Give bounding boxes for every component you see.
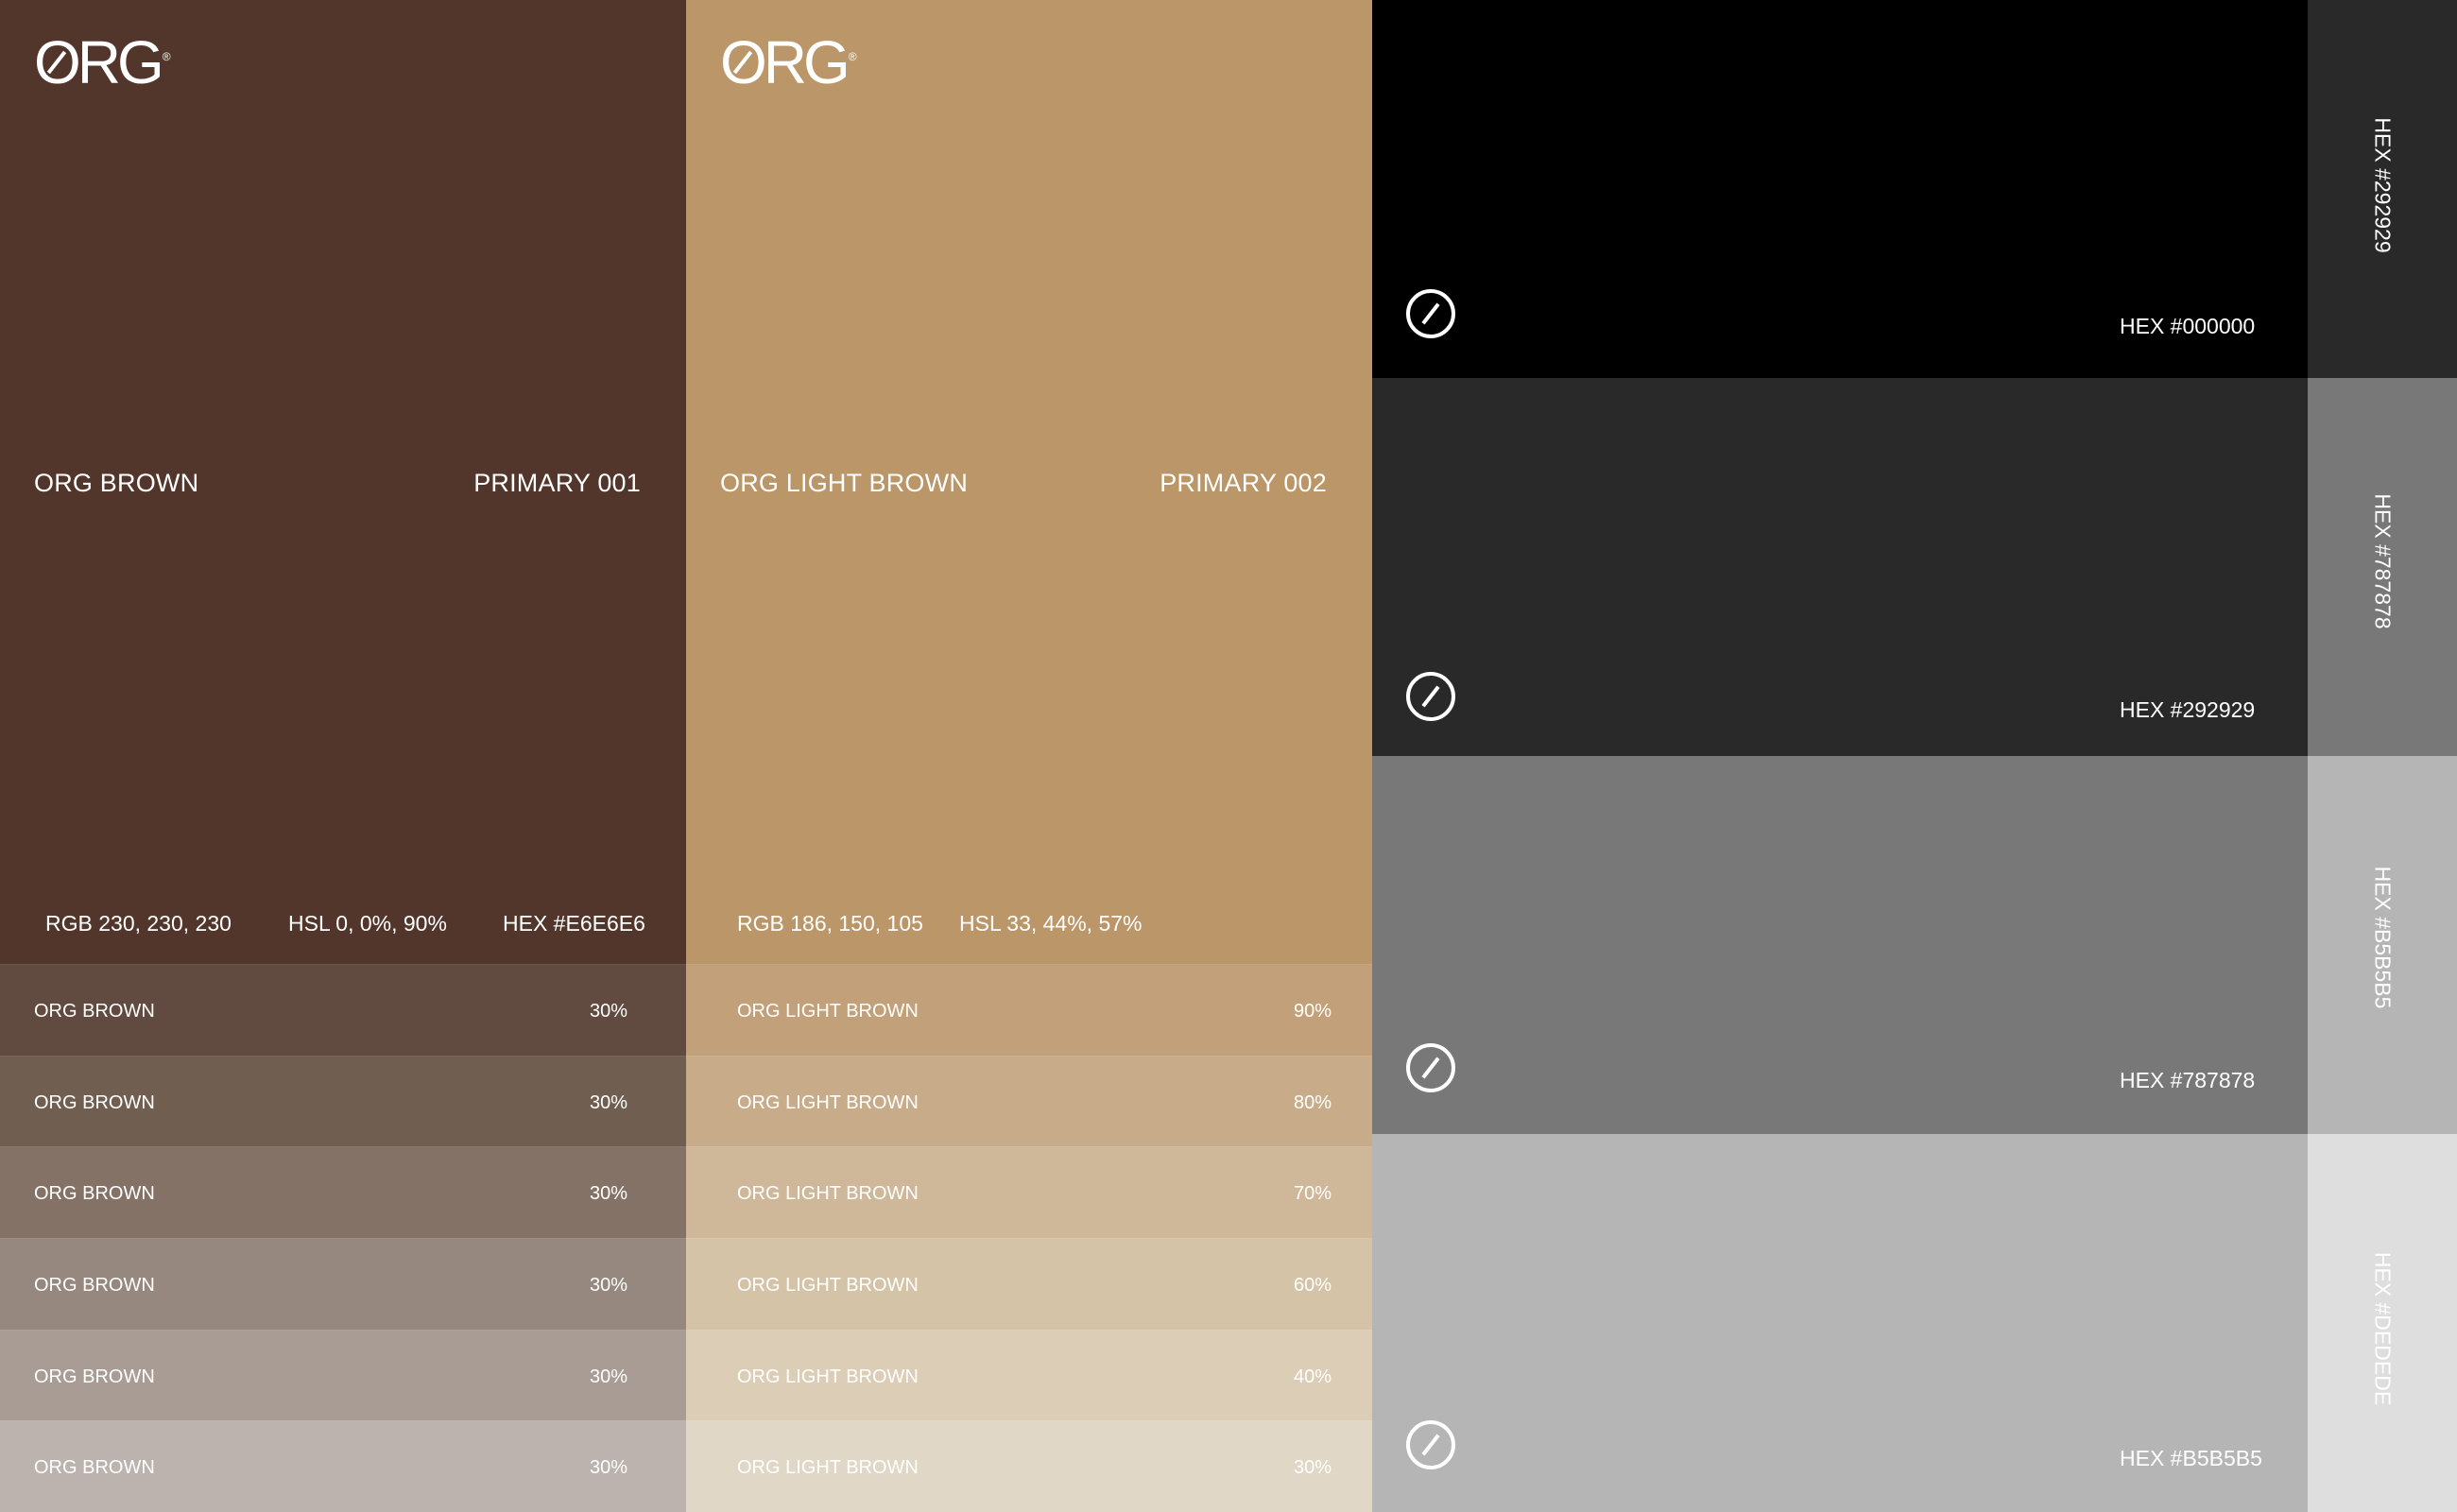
slashed-circle-icon	[1406, 1043, 1455, 1092]
tint-label: ORG BROWN	[34, 1274, 155, 1296]
rgb-value: RGB 230, 230, 230	[45, 911, 232, 936]
color-name: ORG LIGHT BROWN	[720, 469, 969, 497]
hex-value: HEX #DEDEDE	[2370, 1251, 2396, 1406]
slashed-circle-icon	[1406, 289, 1455, 338]
strip-swatch: HEX #DEDEDE	[2308, 1134, 2457, 1512]
tint-label: ORG BROWN	[34, 1091, 155, 1113]
tint-label: ORG BROWN	[34, 1183, 155, 1205]
tint-percent: 30%	[590, 1274, 628, 1296]
tint-percent: 30%	[590, 1001, 628, 1022]
tint-row: ORG BROWN 30%	[0, 1237, 686, 1330]
tint-percent: 80%	[1294, 1091, 1332, 1113]
hex-value: HEX #B5B5B5	[2370, 866, 2396, 1009]
tint-row: ORG BROWN 30%	[0, 1329, 686, 1421]
tint-label: ORG LIGHT BROWN	[737, 1091, 919, 1113]
tint-row: ORG LIGHT BROWN 70%	[686, 1146, 1372, 1238]
org-brown-tints: ORG BROWN 30% ORG BROWN 30% ORG BROWN 30% O…	[0, 964, 686, 1512]
tint-row: ORG LIGHT BROWN 90%	[686, 964, 1372, 1056]
hex-value: HEX #292929	[2120, 697, 2256, 722]
tint-percent: 30%	[590, 1366, 628, 1387]
strip-swatch: HEX #292929	[2308, 0, 2457, 378]
org-light-brown-tints: ORG LIGHT BROWN 90% ORG LIGHT BROWN 80% OR…	[686, 964, 1372, 1512]
tint-label: ORG LIGHT BROWN	[737, 1457, 919, 1479]
tint-label: ORG LIGHT BROWN	[737, 1274, 919, 1296]
strip-swatch: HEX #787878	[2308, 378, 2457, 756]
org-brown-swatch: ORG ® ORG BROWN PRIMARY 001 RGB 230, 230,…	[0, 0, 686, 964]
tint-row: ORG LIGHT BROWN 80%	[686, 1055, 1372, 1147]
tint-row: ORG LIGHT BROWN 30%	[686, 1420, 1372, 1512]
slashed-circle-icon	[1406, 1420, 1455, 1469]
tint-percent: 60%	[1294, 1274, 1332, 1296]
hex-value: HEX #000000	[2120, 314, 2256, 338]
tint-row: ORG BROWN 30%	[0, 1420, 686, 1512]
tint-label: ORG LIGHT BROWN	[737, 1001, 919, 1022]
color-name: ORG BROWN	[34, 469, 199, 497]
gray-swatch-light: HEX #B5B5B5	[1372, 1134, 2308, 1512]
slashed-circle-icon	[1406, 672, 1455, 721]
strip-swatch: HEX #B5B5B5	[2308, 756, 2457, 1134]
primary-label: PRIMARY 001	[473, 469, 641, 497]
tint-row: ORG BROWN 30%	[0, 1146, 686, 1238]
tint-row: ORG BROWN 30%	[0, 1055, 686, 1147]
tint-label: ORG BROWN	[34, 1457, 155, 1479]
tint-percent: 30%	[590, 1457, 628, 1479]
neutral-swatches: HEX #000000 HEX #292929 HEX #787878 HEX …	[1372, 0, 2308, 1512]
hex-value: HEX #E6E6E6	[503, 911, 645, 936]
hex-value: HEX #787878	[2120, 1068, 2256, 1092]
tint-percent: 30%	[1294, 1457, 1332, 1479]
tint-percent: 70%	[1294, 1183, 1332, 1205]
tint-label: ORG LIGHT BROWN	[737, 1183, 919, 1205]
hex-value: HEX #B5B5B5	[2120, 1446, 2262, 1470]
hex-value: HEX #787878	[2370, 493, 2396, 629]
hsl-value: HSL 0, 0%, 90%	[288, 911, 447, 936]
tint-percent: 40%	[1294, 1366, 1332, 1387]
org-brown-column: ORG ® ORG BROWN PRIMARY 001 RGB 230, 230,…	[0, 0, 686, 1512]
tint-row: ORG LIGHT BROWN 40%	[686, 1329, 1372, 1421]
hex-value: HEX #292929	[2370, 117, 2396, 253]
tint-label: ORG BROWN	[34, 1001, 155, 1022]
hsl-value: HSL 33, 44%, 57%	[959, 911, 1143, 936]
tint-percent: 30%	[590, 1183, 628, 1205]
org-light-brown-swatch: ORG ® ORG LIGHT BROWN PRIMARY 002 RGB 186…	[686, 0, 1372, 964]
hex-strip: HEX #292929 HEX #787878 HEX #B5B5B5 HEX …	[2308, 0, 2457, 1512]
tint-percent: 30%	[590, 1091, 628, 1113]
primary-label: PRIMARY 002	[1160, 469, 1327, 497]
gray-swatch-black: HEX #000000	[1372, 0, 2308, 378]
tint-row: ORG BROWN 30%	[0, 964, 686, 1056]
org-logo-icon: ORG ®	[34, 28, 171, 96]
tint-label: ORG BROWN	[34, 1366, 155, 1387]
tint-row: ORG LIGHT BROWN 60%	[686, 1237, 1372, 1330]
org-light-brown-column: ORG ® ORG LIGHT BROWN PRIMARY 002 RGB 186…	[686, 0, 1372, 1512]
tint-percent: 90%	[1294, 1001, 1332, 1022]
gray-swatch-mid: HEX #787878	[1372, 756, 2308, 1134]
org-logo-icon: ORG ®	[720, 28, 857, 96]
rgb-value: RGB 186, 150, 105	[737, 911, 923, 936]
tint-label: ORG LIGHT BROWN	[737, 1366, 919, 1387]
gray-swatch-dark: HEX #292929	[1372, 378, 2308, 756]
